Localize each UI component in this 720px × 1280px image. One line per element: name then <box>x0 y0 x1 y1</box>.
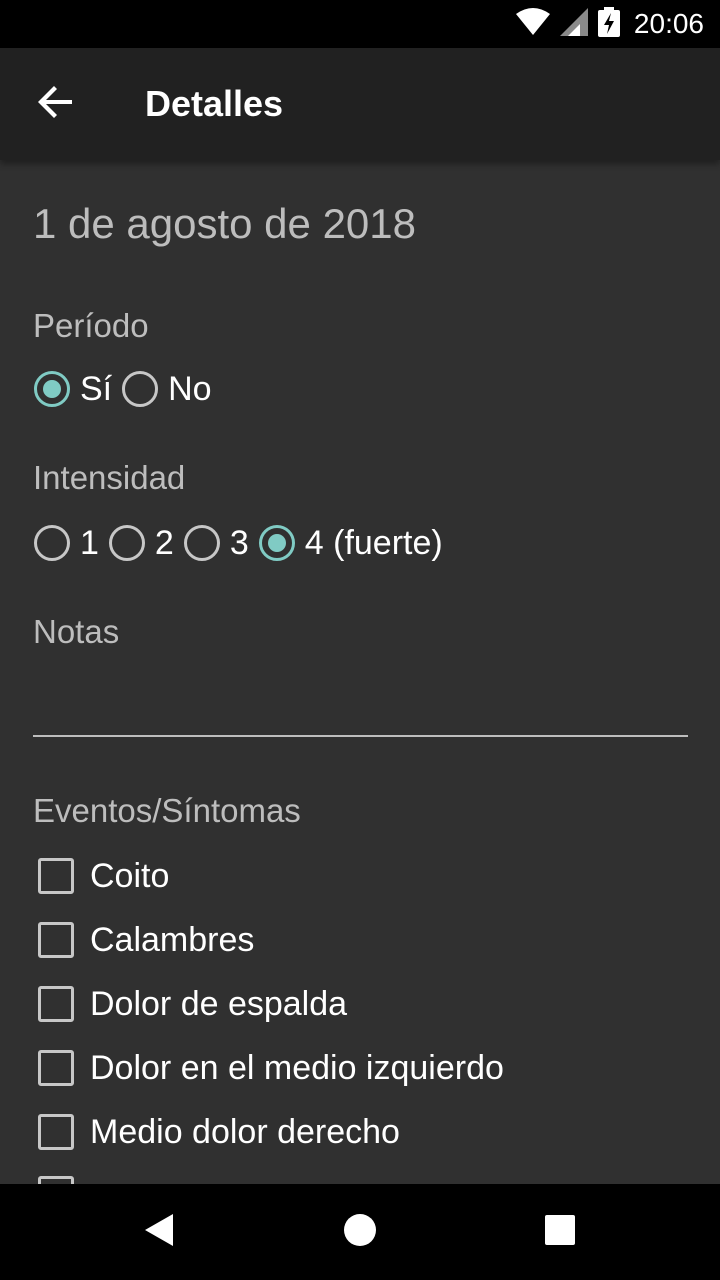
back-triangle-icon <box>143 1212 177 1253</box>
cell-signal-icon <box>559 7 588 41</box>
checkbox[interactable] <box>38 858 74 894</box>
date-heading: 1 de agosto de 2018 <box>33 200 417 247</box>
nav-home-button[interactable] <box>336 1208 384 1256</box>
radio-label: Sí <box>80 369 113 408</box>
symptom-checkbox-right-pain[interactable]: Medio dolor derecho <box>38 1110 400 1154</box>
period-option-no[interactable]: No <box>122 369 212 409</box>
intensity-radio-group: 1 2 3 4 (fuerte) <box>34 521 453 565</box>
checkbox[interactable] <box>38 922 74 958</box>
symptom-checkbox-back-pain[interactable]: Dolor de espalda <box>38 982 347 1026</box>
notes-input[interactable] <box>33 665 688 735</box>
events-label: Eventos/Síntomas <box>33 792 301 829</box>
symptom-checkbox-coito[interactable]: Coito <box>38 854 169 898</box>
arrow-back-icon <box>38 84 74 125</box>
radio-label: 4 (fuerte) <box>304 523 443 562</box>
period-label: Período <box>33 307 149 344</box>
nav-back-button[interactable] <box>136 1208 184 1256</box>
symptom-checkbox-partial[interactable] <box>38 1172 74 1184</box>
back-button[interactable] <box>24 72 88 136</box>
radio-button[interactable] <box>34 525 70 561</box>
checkbox-label: Dolor en el medio izquierdo <box>90 1048 504 1087</box>
symptom-checkbox-left-pain[interactable]: Dolor en el medio izquierdo <box>38 1046 504 1090</box>
radio-button[interactable] <box>34 371 70 407</box>
checkbox[interactable] <box>38 1114 74 1150</box>
wifi-icon <box>515 7 550 41</box>
checkbox-label: Coito <box>90 856 170 895</box>
status-time: 20:06 <box>633 8 704 39</box>
home-circle-icon <box>343 1213 377 1252</box>
intensity-label: Intensidad <box>33 459 186 496</box>
app-bar: Detalles <box>0 48 720 160</box>
radio-button[interactable] <box>258 525 295 561</box>
details-content[interactable]: 1 de agosto de 2018 Período Sí No Intens… <box>0 160 720 1184</box>
navigation-bar <box>0 1184 720 1280</box>
notes-label: Notas <box>33 613 120 650</box>
recents-square-icon <box>545 1214 575 1250</box>
intensity-option-1[interactable]: 1 <box>34 524 99 563</box>
intensity-option-3[interactable]: 3 <box>183 523 249 563</box>
intensity-option-2[interactable]: 2 <box>108 523 174 563</box>
notes-underline <box>33 735 688 737</box>
checkbox[interactable] <box>38 1176 74 1184</box>
symptom-checkbox-calambres[interactable]: Calambres <box>38 918 254 962</box>
radio-button[interactable] <box>108 525 145 561</box>
battery-charging-icon <box>597 6 620 42</box>
checkbox-label: Calambres <box>90 920 255 959</box>
page-title: Detalles <box>145 83 284 124</box>
radio-button[interactable] <box>122 371 159 407</box>
checkbox[interactable] <box>38 986 74 1022</box>
checkbox-label: Medio dolor derecho <box>90 1112 400 1151</box>
checkbox-label: Dolor de espalda <box>90 984 348 1023</box>
radio-label: 3 <box>229 523 249 562</box>
radio-button[interactable] <box>183 525 220 561</box>
radio-label: 2 <box>154 523 174 562</box>
period-radio-group: Sí No <box>34 367 222 411</box>
radio-label: 1 <box>80 523 99 562</box>
period-option-yes[interactable]: Sí <box>34 370 112 409</box>
intensity-option-4[interactable]: 4 (fuerte) <box>258 523 443 563</box>
status-bar: 20:06 <box>0 0 720 48</box>
nav-recents-button[interactable] <box>536 1208 584 1256</box>
checkbox[interactable] <box>38 1050 74 1086</box>
radio-label: No <box>168 369 212 408</box>
